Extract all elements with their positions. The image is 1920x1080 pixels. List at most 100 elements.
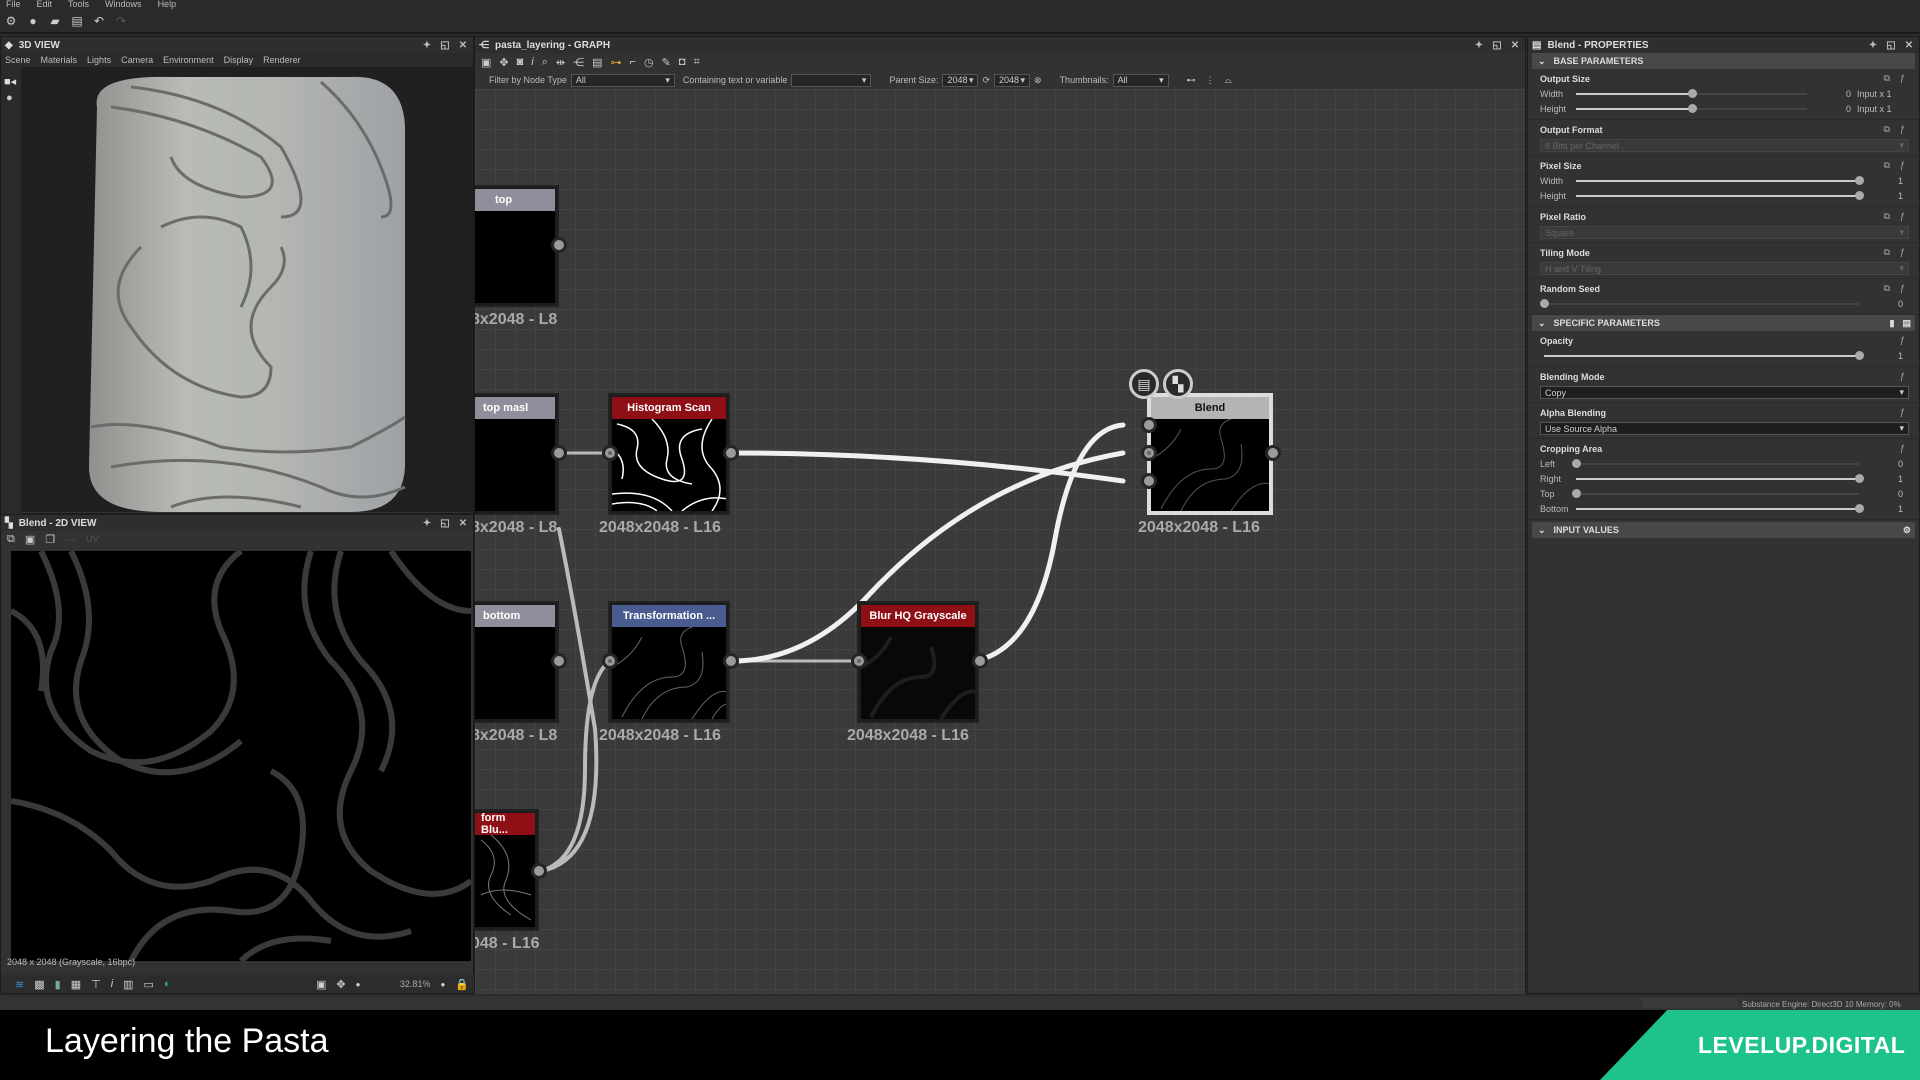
function-icon[interactable]: ƒ: [1900, 73, 1905, 84]
export-preset-icon[interactable]: ▤: [1902, 318, 1911, 329]
center-icon[interactable]: ✥: [499, 56, 508, 69]
input-port[interactable]: [602, 445, 618, 461]
timer-icon[interactable]: ◷: [644, 56, 654, 69]
input-port[interactable]: [851, 653, 867, 669]
preset-icon[interactable]: ▮: [1890, 318, 1895, 329]
close-icon[interactable]: ✕: [1903, 40, 1915, 51]
base-parameters-section[interactable]: ⌄ BASE PARAMETERS: [1532, 53, 1915, 69]
slider-handle[interactable]: [1572, 488, 1581, 498]
menu-windows[interactable]: Windows: [105, 0, 142, 9]
snap-icon[interactable]: ⌓: [1225, 75, 1232, 86]
pin-icon[interactable]: ✦: [1867, 40, 1879, 51]
output-port[interactable]: [723, 445, 739, 461]
slider-handle[interactable]: [1855, 503, 1864, 513]
info-icon[interactable]: i: [531, 56, 533, 68]
node-top-mask[interactable]: top masl: [475, 393, 559, 515]
frame-all-icon[interactable]: ▣: [481, 56, 491, 69]
lock-icon[interactable]: 🔒: [455, 978, 469, 991]
function-icon[interactable]: ƒ: [1900, 371, 1905, 381]
maximize-icon[interactable]: ◱: [439, 40, 451, 51]
close-icon[interactable]: ✕: [1509, 40, 1521, 51]
menu-camera[interactable]: Camera: [121, 55, 153, 65]
graph-canvas[interactable]: top 8x2048 - L8 top masl 8x2048 - L8 bot…: [475, 89, 1525, 994]
inherit-icon[interactable]: ⧉: [1884, 211, 1890, 222]
export-icon[interactable]: ⧉: [7, 533, 15, 546]
slider-track[interactable]: [1576, 175, 1864, 185]
slider-value[interactable]: 1: [1869, 474, 1909, 484]
zoom-out-icon[interactable]: ●: [356, 980, 361, 989]
slider-handle[interactable]: [1855, 190, 1864, 200]
light-icon[interactable]: ●: [6, 92, 21, 104]
pixel-ratio-dropdown[interactable]: Square ▾: [1540, 226, 1909, 239]
save-icon[interactable]: ▣: [25, 533, 35, 546]
grid-icon[interactable]: ▦: [71, 978, 81, 991]
function-icon[interactable]: ƒ: [1900, 211, 1905, 222]
parent-height-select[interactable]: 2048 ▾: [994, 73, 1031, 87]
slider-track[interactable]: [1576, 103, 1807, 113]
slider-handle[interactable]: [1855, 350, 1864, 360]
function-icon[interactable]: ƒ: [1900, 160, 1905, 171]
display-icon[interactable]: ▭: [144, 978, 154, 991]
undo-icon[interactable]: ↶: [92, 14, 106, 28]
input-values-section[interactable]: ⌄ INPUT VALUES ⚙: [1532, 522, 1915, 538]
thumbnails-select[interactable]: All ▾: [1112, 73, 1169, 87]
slider-track[interactable]: [1576, 503, 1864, 513]
slider-handle[interactable]: [1572, 458, 1581, 468]
histogram-icon[interactable]: ▥: [123, 978, 133, 991]
slider-track[interactable]: [1572, 458, 1859, 468]
node-histogram-scan[interactable]: Histogram Scan: [608, 393, 730, 515]
slider-handle[interactable]: [1687, 103, 1697, 113]
slider-value[interactable]: 0: [1817, 89, 1857, 99]
function-icon[interactable]: ƒ: [1900, 407, 1905, 417]
align-icon[interactable]: ⇹: [556, 56, 565, 69]
menu-edit[interactable]: Edit: [37, 0, 53, 9]
tiling-icon[interactable]: ⊤: [91, 978, 101, 991]
zoom-level[interactable]: 32.81%: [370, 979, 431, 989]
output-port[interactable]: [972, 653, 988, 669]
link-size-icon[interactable]: ⟳: [982, 75, 990, 86]
3d-viewport[interactable]: [21, 67, 473, 512]
gradient-icon[interactable]: ▮: [55, 978, 61, 991]
color-channels-icon[interactable]: ◐: [164, 978, 171, 990]
function-icon[interactable]: ƒ: [1900, 247, 1905, 258]
actual-size-icon[interactable]: ✥: [336, 978, 345, 991]
maximize-icon[interactable]: ◱: [1491, 40, 1503, 51]
slider-value[interactable]: 0: [1869, 299, 1909, 309]
output-port[interactable]: [551, 653, 567, 669]
hierarchy-icon[interactable]: ⋲: [573, 56, 584, 69]
pin-icon[interactable]: ✦: [421, 40, 433, 51]
menu-lights[interactable]: Lights: [87, 55, 111, 65]
input-port[interactable]: [602, 653, 618, 669]
close-icon[interactable]: ✕: [457, 518, 469, 529]
slider-handle[interactable]: [1855, 473, 1864, 483]
menu-file[interactable]: File: [6, 0, 21, 9]
node-blend[interactable]: Blend: [1147, 393, 1273, 515]
slider-handle[interactable]: [1855, 175, 1864, 185]
zoom-in-icon[interactable]: ●: [440, 980, 445, 989]
blending-mode-dropdown[interactable]: Copy ▾: [1540, 386, 1909, 399]
screenshot-icon[interactable]: ◙: [517, 56, 524, 68]
containing-text-input[interactable]: ▾: [791, 73, 872, 87]
camera-icon[interactable]: ■◂: [4, 75, 21, 88]
node-non-uniform-blur[interactable]: form Blu...: [475, 809, 539, 931]
preview-icon[interactable]: ◘: [679, 56, 686, 68]
menu-display[interactable]: Display: [224, 55, 254, 65]
slider-handle[interactable]: [1687, 88, 1697, 98]
grid-snap-icon[interactable]: ⌗: [693, 56, 699, 69]
pin-icon[interactable]: ✦: [421, 518, 433, 529]
fit-icon[interactable]: ▣: [316, 978, 326, 991]
inherit-icon[interactable]: ⧉: [1884, 160, 1890, 171]
layers-icon[interactable]: ≋: [15, 978, 24, 991]
link-icon[interactable]: ⊶: [611, 56, 622, 69]
menu-tools[interactable]: Tools: [68, 0, 89, 9]
node-preview-icon[interactable]: ▚: [1163, 369, 1193, 399]
node-top[interactable]: top: [475, 185, 559, 307]
new-package-icon[interactable]: ●: [26, 14, 40, 28]
menu-materials[interactable]: Materials: [41, 55, 78, 65]
copy-icon[interactable]: ❐: [45, 533, 55, 546]
function-icon[interactable]: ƒ: [1900, 283, 1905, 294]
tiling-mode-dropdown[interactable]: H and V Tiling ▾: [1540, 262, 1909, 275]
tile-icon[interactable]: ⋯: [65, 533, 76, 546]
slider-handle[interactable]: [1540, 298, 1549, 308]
pin-icon[interactable]: ✦: [1473, 40, 1485, 51]
